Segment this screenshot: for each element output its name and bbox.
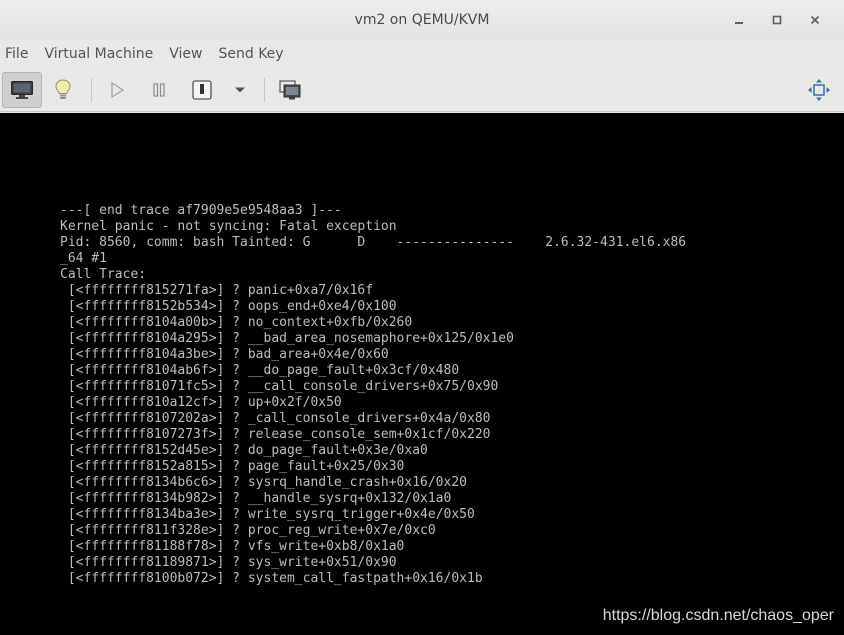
console-line: [<ffffffff8134b982>] ? __handle_sysrq+0x… bbox=[60, 491, 452, 506]
console-line: [<ffffffff815271fa>] ? panic+0xa7/0x16f bbox=[60, 283, 374, 298]
minimize-button[interactable] bbox=[720, 10, 758, 30]
console-line: [<ffffffff8107273f>] ? release_console_s… bbox=[60, 427, 491, 442]
console-line: [<ffffffff8104a295>] ? __bad_area_nosema… bbox=[60, 331, 514, 346]
power-icon bbox=[192, 80, 212, 100]
vm-viewer-window: vm2 on QEMU/KVM File Virtual Machine Vie… bbox=[0, 0, 844, 635]
vm-console-display[interactable]: ---[ end trace af7909e5e9548aa3 ]--- Kern… bbox=[0, 113, 844, 635]
console-line: [<ffffffff8152b534>] ? oops_end+0xe4/0x1… bbox=[60, 299, 397, 314]
console-line: [<ffffffff8152a815>] ? page_fault+0x25/0… bbox=[60, 459, 405, 474]
maximize-button[interactable] bbox=[758, 10, 796, 30]
pause-button[interactable] bbox=[139, 72, 179, 108]
details-view-button[interactable] bbox=[43, 72, 83, 108]
chevron-down-icon bbox=[235, 87, 245, 93]
menu-file[interactable]: File bbox=[5, 46, 36, 62]
console-view-button[interactable] bbox=[2, 72, 42, 108]
console-line: _64 #1 bbox=[60, 251, 107, 266]
play-icon bbox=[111, 81, 125, 99]
snapshot-icon bbox=[279, 80, 301, 100]
shutdown-button[interactable] bbox=[182, 72, 222, 108]
maximize-icon bbox=[772, 15, 782, 25]
toolbar bbox=[0, 68, 844, 112]
close-icon bbox=[810, 15, 820, 25]
console-line: [<ffffffff8100b072>] ? system_call_fastp… bbox=[60, 571, 483, 586]
window-title: vm2 on QEMU/KVM bbox=[354, 12, 490, 28]
menu-view[interactable]: View bbox=[169, 46, 210, 62]
snapshots-button[interactable] bbox=[270, 72, 310, 108]
console-line: [<ffffffff8104a3be>] ? bad_area+0x4e/0x6… bbox=[60, 347, 389, 362]
toolbar-separator bbox=[264, 78, 265, 102]
console-line: [<ffffffff8104a00b>] ? no_context+0xfb/0… bbox=[60, 315, 413, 330]
menu-bar: File Virtual Machine View Send Key bbox=[0, 40, 844, 68]
title-bar[interactable]: vm2 on QEMU/KVM bbox=[0, 0, 844, 40]
console-line: [<ffffffff81189871>] ? sys_write+0x51/0x… bbox=[60, 555, 397, 570]
console-line: [<ffffffff810a12cf>] ? up+0x2f/0x50 bbox=[60, 395, 342, 410]
monitor-icon bbox=[11, 81, 33, 99]
console-line: Call Trace: bbox=[60, 267, 147, 282]
lightbulb-icon bbox=[55, 79, 71, 99]
console-line: Kernel panic - not syncing: Fatal except… bbox=[60, 219, 397, 234]
console-line: [<ffffffff81188f78>] ? vfs_write+0xb8/0x… bbox=[60, 539, 405, 554]
console-line: [<ffffffff8107202a>] ? _call_console_dri… bbox=[60, 411, 491, 426]
pause-icon bbox=[153, 83, 165, 97]
menu-virtual-machine[interactable]: Virtual Machine bbox=[44, 46, 161, 62]
fullscreen-icon bbox=[808, 79, 830, 101]
menu-send-key[interactable]: Send Key bbox=[218, 46, 291, 62]
console-line: [<ffffffff811f328e>] ? proc_reg_write+0x… bbox=[60, 523, 436, 538]
toolbar-separator bbox=[91, 78, 92, 102]
console-output: ---[ end trace af7909e5e9548aa3 ]--- Kern… bbox=[60, 203, 686, 587]
shutdown-menu-button[interactable] bbox=[220, 72, 260, 108]
console-line: Pid: 8560, comm: bash Tainted: G D -----… bbox=[60, 235, 687, 250]
console-line: [<ffffffff8134b6c6>] ? sysrq_handle_cras… bbox=[60, 475, 467, 490]
minimize-icon bbox=[735, 22, 743, 24]
window-controls bbox=[720, 10, 834, 30]
console-line: [<ffffffff8152d45e>] ? do_page_fault+0x3… bbox=[60, 443, 428, 458]
console-line: [<ffffffff8134ba3e>] ? write_sysrq_trigg… bbox=[60, 507, 475, 522]
fullscreen-button[interactable] bbox=[799, 72, 839, 108]
watermark: https://blog.csdn.net/chaos_oper bbox=[602, 607, 834, 624]
console-line: [<ffffffff8104ab6f>] ? __do_page_fault+0… bbox=[60, 363, 460, 378]
run-button[interactable] bbox=[97, 72, 137, 108]
console-line: [<ffffffff81071fc5>] ? __call_console_dr… bbox=[60, 379, 499, 394]
console-line: ---[ end trace af7909e5e9548aa3 ]--- bbox=[60, 203, 342, 218]
close-button[interactable] bbox=[796, 10, 834, 30]
